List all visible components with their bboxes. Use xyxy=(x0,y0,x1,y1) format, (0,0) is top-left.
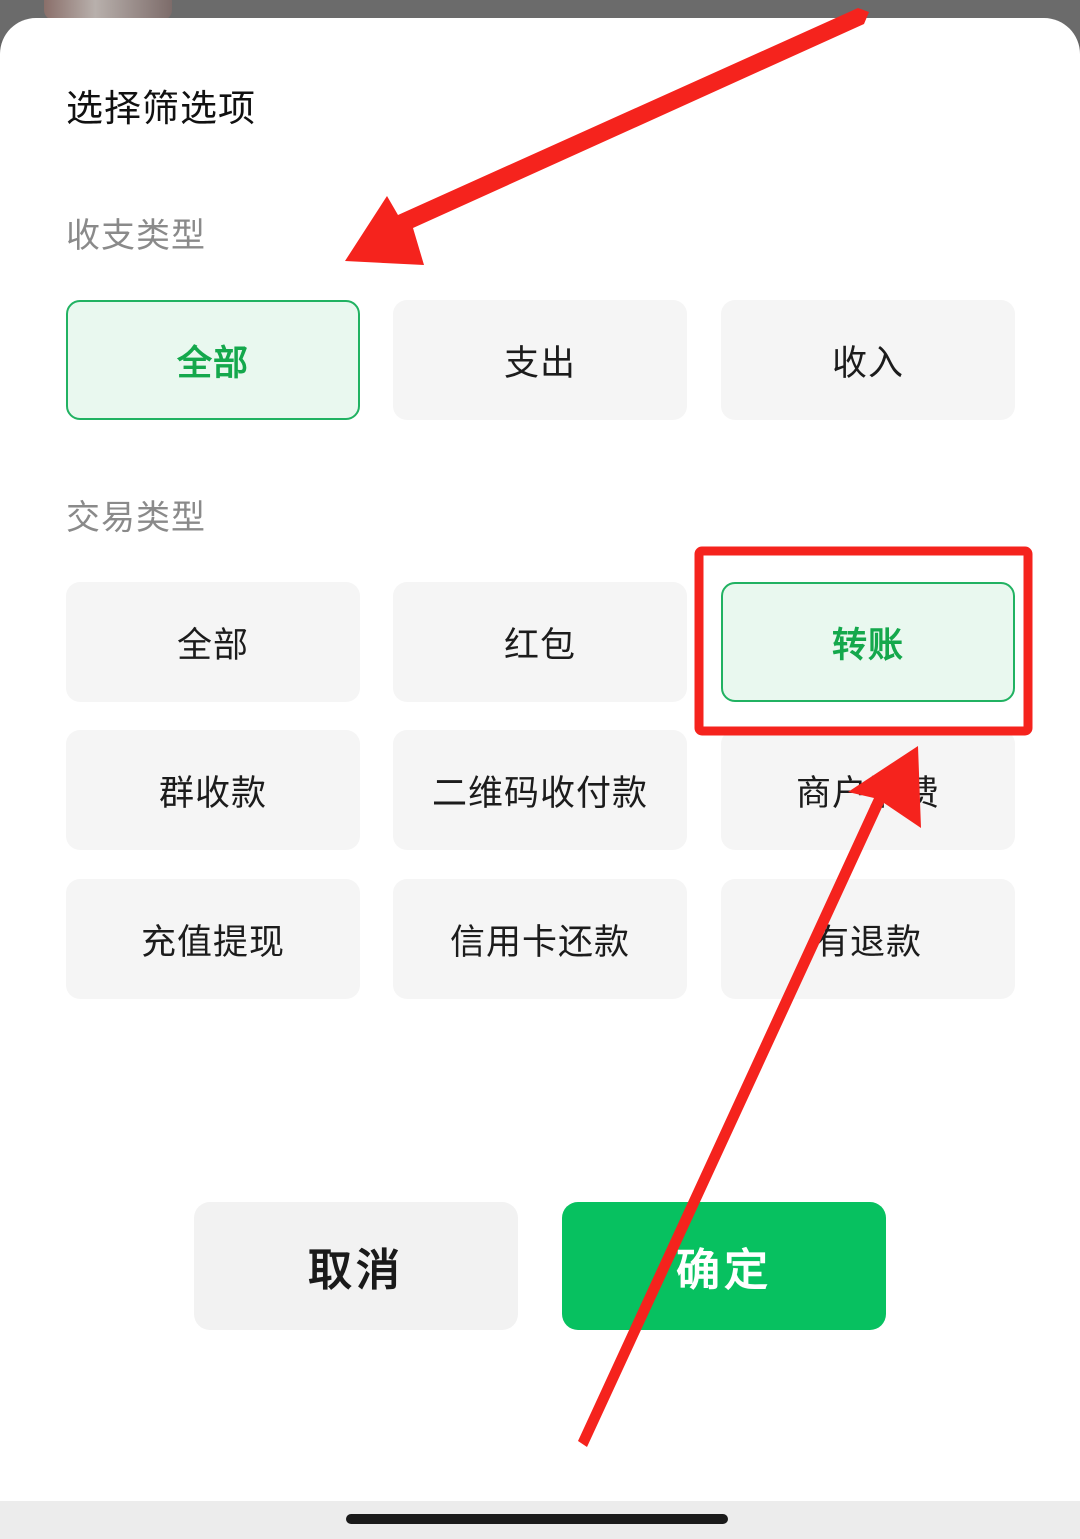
transaction-option-group-collection[interactable]: 群收款 xyxy=(66,730,360,850)
filter-bottom-sheet: 选择筛选项 收支类型 全部 支出 收入 交易类型 全部 红包 转账 群收款 二维… xyxy=(0,18,1080,1539)
section-title-income-expense: 收支类型 xyxy=(66,216,206,256)
transaction-option-red-packet[interactable]: 红包 xyxy=(393,582,687,702)
confirm-button[interactable]: 确定 xyxy=(562,1202,886,1330)
transaction-option-merchant[interactable]: 商户消费 xyxy=(721,730,1015,850)
income-expense-option-income[interactable]: 收入 xyxy=(721,300,1015,420)
transaction-option-transfer[interactable]: 转账 xyxy=(721,582,1015,702)
home-indicator[interactable] xyxy=(346,1514,728,1524)
sheet-title: 选择筛选项 xyxy=(66,87,256,130)
transaction-option-all[interactable]: 全部 xyxy=(66,582,360,702)
transaction-option-topup-withdraw[interactable]: 充值提现 xyxy=(66,879,360,999)
transaction-option-credit-card[interactable]: 信用卡还款 xyxy=(393,879,687,999)
income-expense-option-expense[interactable]: 支出 xyxy=(393,300,687,420)
transaction-option-qr-payment[interactable]: 二维码收付款 xyxy=(393,730,687,850)
section-title-transaction-type: 交易类型 xyxy=(66,498,206,538)
background-avatar xyxy=(44,0,172,20)
cancel-button[interactable]: 取消 xyxy=(194,1202,518,1330)
income-expense-option-all[interactable]: 全部 xyxy=(66,300,360,420)
transaction-option-refund[interactable]: 有退款 xyxy=(721,879,1015,999)
